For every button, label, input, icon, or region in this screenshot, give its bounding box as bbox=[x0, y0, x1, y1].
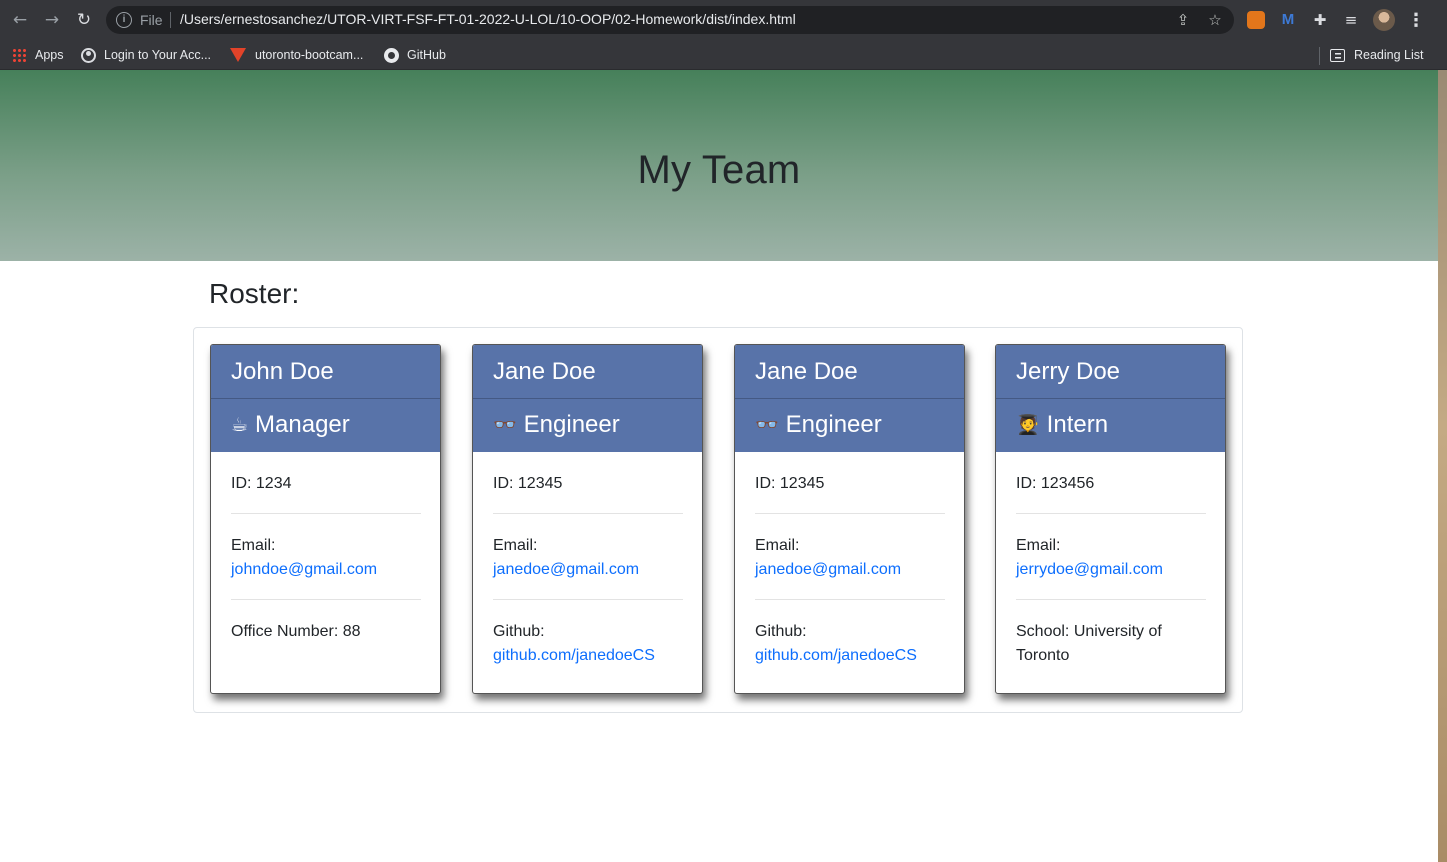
employee-role: 👓 Engineer bbox=[493, 411, 620, 439]
media-queue-icon[interactable]: ≡ bbox=[1340, 9, 1362, 31]
bookmarks-divider bbox=[1319, 47, 1320, 65]
card-header: Jane Doe 👓 Engineer bbox=[473, 345, 702, 452]
employee-email: Email: johndoe@gmail.com bbox=[231, 514, 421, 600]
page-title: My Team bbox=[637, 148, 801, 192]
page-header: My Team bbox=[0, 70, 1438, 261]
employee-card: John Doe ☕ Manager ID: 1234 Email: johnd… bbox=[210, 344, 441, 694]
card-body: ID: 1234 Email: johndoe@gmail.com Office… bbox=[231, 452, 421, 661]
role-label: Intern bbox=[1046, 411, 1109, 438]
github-icon bbox=[384, 47, 399, 63]
coffee-icon: ☕ bbox=[231, 414, 249, 436]
employee-name: Jane Doe bbox=[493, 358, 596, 385]
card-header-divider bbox=[211, 398, 440, 399]
card-header-divider bbox=[735, 398, 964, 399]
share-icon[interactable]: ⇪ bbox=[1174, 11, 1192, 29]
role-label: Manager bbox=[255, 411, 350, 438]
github-link[interactable]: github.com/janedoeCS bbox=[493, 644, 683, 668]
reading-list-label: Reading List bbox=[1354, 48, 1424, 62]
employee-email: Email: jerrydoe@gmail.com bbox=[1016, 514, 1206, 600]
employee-github: Github: github.com/janedoeCS bbox=[493, 600, 683, 685]
card-header-divider bbox=[996, 398, 1225, 399]
info-icon[interactable]: i bbox=[116, 12, 132, 28]
employee-name: Jerry Doe bbox=[1016, 358, 1121, 385]
bookmark-label: Apps bbox=[35, 48, 64, 62]
email-label: Email: bbox=[231, 537, 276, 554]
bookmark-login[interactable]: Login to Your Acc... bbox=[81, 46, 211, 64]
employee-id: ID: 12345 bbox=[755, 452, 945, 514]
forward-arrow-icon[interactable]: → bbox=[41, 9, 63, 31]
globe-icon bbox=[81, 47, 96, 63]
github-link[interactable]: github.com/janedoeCS bbox=[755, 644, 945, 668]
roster-heading: Roster: bbox=[209, 278, 300, 309]
employee-id: ID: 1234 bbox=[231, 452, 421, 514]
browser-toolbar: ← → ↻ i File /Users/ernestosanchez/UTOR-… bbox=[0, 0, 1447, 40]
employee-card: Jane Doe 👓 Engineer ID: 12345 Email: jan… bbox=[734, 344, 965, 694]
email-label: Email: bbox=[755, 537, 800, 554]
card-header: Jane Doe 👓 Engineer bbox=[735, 345, 964, 452]
employee-email: Email: janedoe@gmail.com bbox=[755, 514, 945, 600]
card-header: Jerry Doe 🧑‍🎓 Intern bbox=[996, 345, 1225, 452]
employee-role: ☕ Manager bbox=[231, 411, 350, 439]
glasses-icon: 👓 bbox=[493, 414, 517, 436]
apps-grid-icon bbox=[12, 47, 27, 63]
reload-icon[interactable]: ↻ bbox=[73, 9, 95, 31]
graduate-icon: 🧑‍🎓 bbox=[1016, 414, 1040, 436]
metamask-extension-icon[interactable] bbox=[1247, 11, 1265, 29]
card-body: ID: 123456 Email: jerrydoe@gmail.com Sch… bbox=[1016, 452, 1206, 685]
page-viewport: My Team Roster: John Doe ☕ Manager ID: 1… bbox=[0, 70, 1438, 862]
back-arrow-icon[interactable]: ← bbox=[9, 9, 31, 31]
card-body: ID: 12345 Email: janedoe@gmail.com Githu… bbox=[493, 452, 683, 685]
employee-role: 👓 Engineer bbox=[755, 411, 882, 439]
bookmarks-bar: Apps Login to Your Acc... utoronto-bootc… bbox=[0, 40, 1447, 70]
bookmark-github[interactable]: GitHub bbox=[384, 46, 446, 64]
role-label: Engineer bbox=[523, 411, 620, 438]
email-label: Email: bbox=[1016, 537, 1061, 554]
employee-name: John Doe bbox=[231, 358, 334, 385]
desktop-background-strip bbox=[1438, 70, 1447, 862]
employee-github: Github: github.com/janedoeCS bbox=[755, 600, 945, 685]
glasses-icon: 👓 bbox=[755, 414, 779, 436]
email-link[interactable]: jerrydoe@gmail.com bbox=[1016, 558, 1206, 582]
url-text[interactable]: /Users/ernestosanchez/UTOR-VIRT-FSF-FT-0… bbox=[180, 11, 796, 27]
card-header: John Doe ☕ Manager bbox=[211, 345, 440, 452]
card-header-divider bbox=[473, 398, 702, 399]
github-label: Github: bbox=[493, 623, 545, 640]
email-link[interactable]: janedoe@gmail.com bbox=[493, 558, 683, 582]
employee-email: Email: janedoe@gmail.com bbox=[493, 514, 683, 600]
address-scheme-label: File bbox=[140, 12, 163, 28]
address-divider bbox=[170, 12, 171, 28]
extension-m-icon[interactable]: M bbox=[1277, 9, 1299, 31]
reading-list-icon bbox=[1330, 48, 1345, 62]
bookmark-label: utoronto-bootcam... bbox=[255, 48, 364, 62]
github-label: Github: bbox=[755, 623, 807, 640]
email-label: Email: bbox=[493, 537, 538, 554]
employee-name: Jane Doe bbox=[755, 358, 858, 385]
office-number: Office Number: 88 bbox=[231, 623, 361, 640]
bookmark-apps[interactable]: Apps bbox=[12, 46, 64, 64]
reading-list-button[interactable]: Reading List bbox=[1330, 46, 1424, 64]
employee-card: Jerry Doe 🧑‍🎓 Intern ID: 123456 Email: j… bbox=[995, 344, 1226, 694]
card-body: ID: 12345 Email: janedoe@gmail.com Githu… bbox=[755, 452, 945, 685]
extensions-puzzle-icon[interactable]: ✚ bbox=[1309, 9, 1331, 31]
gitlab-icon bbox=[230, 48, 246, 62]
email-link[interactable]: janedoe@gmail.com bbox=[755, 558, 945, 582]
bookmark-gitlab[interactable]: utoronto-bootcam... bbox=[230, 46, 363, 64]
bookmark-star-icon[interactable]: ☆ bbox=[1206, 11, 1224, 29]
bookmark-label: GitHub bbox=[407, 48, 446, 62]
role-label: Engineer bbox=[785, 411, 882, 438]
employee-id: ID: 12345 bbox=[493, 452, 683, 514]
employee-role: 🧑‍🎓 Intern bbox=[1016, 411, 1108, 439]
employee-id: ID: 123456 bbox=[1016, 452, 1206, 514]
employee-school: School: University of Toronto bbox=[1016, 623, 1162, 664]
address-bar[interactable]: i File /Users/ernestosanchez/UTOR-VIRT-F… bbox=[106, 6, 1234, 34]
more-menu-icon[interactable]: ⋮ bbox=[1407, 9, 1425, 31]
profile-avatar[interactable] bbox=[1373, 9, 1395, 31]
employee-card: Jane Doe 👓 Engineer ID: 12345 Email: jan… bbox=[472, 344, 703, 694]
email-link[interactable]: johndoe@gmail.com bbox=[231, 558, 421, 582]
bookmark-label: Login to Your Acc... bbox=[104, 48, 212, 62]
